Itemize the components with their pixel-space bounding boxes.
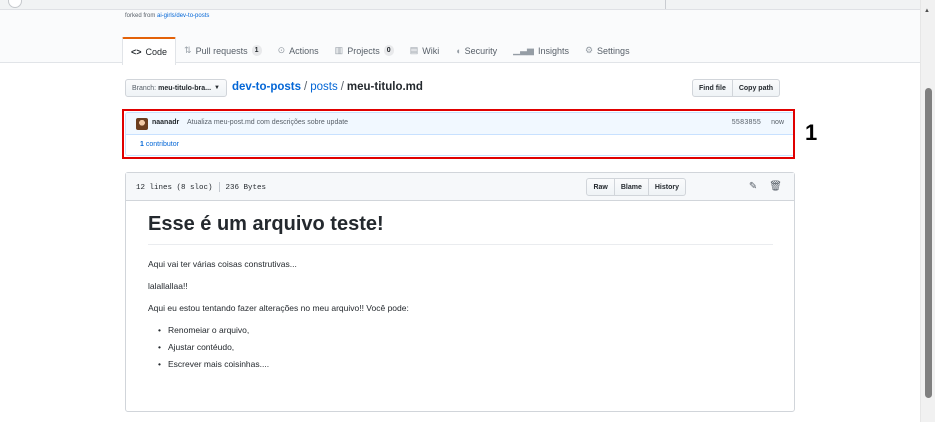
file-action-buttons: Raw Blame History <box>586 178 686 196</box>
forked-from-link[interactable]: ai-girls/dev-to-posts <box>157 13 209 19</box>
repo-tabs: <> Code ⇅ Pull requests 1 ⊙ Actions ▥ Pr… <box>122 37 638 65</box>
breadcrumb-separator: / <box>340 81 344 93</box>
breadcrumb: dev-to-posts / posts / meu-titulo.md <box>232 81 423 93</box>
scrollbar-thumb[interactable] <box>925 88 932 398</box>
breadcrumb-separator: / <box>304 81 308 93</box>
graph-icon: ▁▃▅ <box>513 45 534 55</box>
branch-select-button[interactable]: Branch: meu-titulo-bra... ▼ <box>125 79 227 97</box>
tab-code[interactable]: <> Code <box>122 37 177 65</box>
file-nav-buttons: Find file Copy path <box>692 79 781 97</box>
projects-counter: 0 <box>383 45 394 56</box>
book-icon: ▤ <box>409 45 419 55</box>
tab-settings[interactable]: ⚙ Settings <box>577 37 638 64</box>
file-info: 12 lines (8 sloc) 236 Bytes <box>136 182 266 192</box>
readme-paragraph: lalallallaa!! <box>148 281 188 291</box>
actions-icon: ⊙ <box>277 45 286 55</box>
browser-top-strip <box>0 0 920 10</box>
annotation-highlight-box <box>122 109 795 159</box>
tab-label: Code <box>145 47 168 57</box>
file-info-divider <box>218 182 220 192</box>
annotation-number: 1 <box>805 120 818 145</box>
pull-requests-counter: 1 <box>251 45 262 56</box>
list-item: Renomeiar o arquivo, <box>158 325 773 335</box>
file-lines: 12 lines (8 sloc) <box>136 183 213 192</box>
file-icon-actions: ✎ 🗑 <box>749 181 782 192</box>
tab-actions[interactable]: ⊙ Actions <box>270 37 327 64</box>
caret-down-icon: ▼ <box>214 85 220 91</box>
list-item: Escrever mais coisinhas.... <box>158 359 773 369</box>
blame-button[interactable]: Blame <box>614 178 649 196</box>
tab-pull-requests[interactable]: ⇅ Pull requests 1 <box>176 37 270 64</box>
browser-tab-circle <box>8 0 22 8</box>
tab-label: Pull requests <box>195 45 248 56</box>
forked-from: forked from ai-girls/dev-to-posts <box>125 13 210 19</box>
repo-header: forked from ai-girls/dev-to-posts <> Cod… <box>0 10 920 65</box>
raw-button[interactable]: Raw <box>586 178 615 196</box>
tab-label: Projects <box>347 45 380 56</box>
tab-label: Insights <box>537 45 569 56</box>
file-header: 12 lines (8 sloc) 236 Bytes Raw Blame His… <box>126 173 794 201</box>
code-icon: <> <box>131 47 142 57</box>
shield-icon: ◖ <box>455 45 461 56</box>
browser-divider <box>665 0 666 9</box>
readme-heading: Esse é um arquivo teste! <box>148 213 773 245</box>
breadcrumb-file: meu-titulo.md <box>346 81 423 93</box>
history-button[interactable]: History <box>648 178 686 196</box>
file-box: 12 lines (8 sloc) 236 Bytes Raw Blame His… <box>125 172 795 412</box>
gear-icon: ⚙ <box>584 45 594 55</box>
tab-wiki[interactable]: ▤ Wiki <box>402 37 448 64</box>
tab-security[interactable]: ◖ Security <box>447 37 505 64</box>
branch-value: meu-titulo-bra... <box>158 84 212 92</box>
tab-label: Actions <box>289 45 319 56</box>
tab-projects[interactable]: ▥ Projects 0 <box>327 37 402 64</box>
tab-label: Settings <box>597 45 630 56</box>
tab-label: Wiki <box>422 45 440 56</box>
file-size: 236 Bytes <box>225 183 267 192</box>
readme-content: Esse é um arquivo teste! Aqui vai ter vá… <box>148 213 773 376</box>
tab-insights[interactable]: ▁▃▅ Insights <box>505 37 577 64</box>
list-item: Ajustar contéudo, <box>158 342 773 352</box>
readme-paragraph: Aqui vai ter várias coisas construtivas.… <box>148 259 297 269</box>
readme-list: Renomeiar o arquivo, Ajustar contéudo, E… <box>158 325 773 369</box>
page-scrollbar[interactable]: ▲ <box>920 0 935 422</box>
project-icon: ▥ <box>334 45 344 55</box>
pull-request-icon: ⇅ <box>184 45 192 55</box>
tab-label: Security <box>464 45 498 56</box>
readme-paragraph: Aqui eu estou tentando fazer alterações … <box>148 303 409 313</box>
pencil-icon[interactable]: ✎ <box>749 181 757 192</box>
breadcrumb-dir-link[interactable]: posts <box>310 81 338 93</box>
breadcrumb-repo-link[interactable]: dev-to-posts <box>232 81 301 93</box>
branch-label: Branch: <box>132 84 157 92</box>
find-file-button[interactable]: Find file <box>692 79 733 97</box>
copy-path-button[interactable]: Copy path <box>732 79 781 97</box>
scroll-up-icon[interactable]: ▲ <box>924 8 930 14</box>
trash-icon[interactable]: 🗑 <box>769 181 782 192</box>
